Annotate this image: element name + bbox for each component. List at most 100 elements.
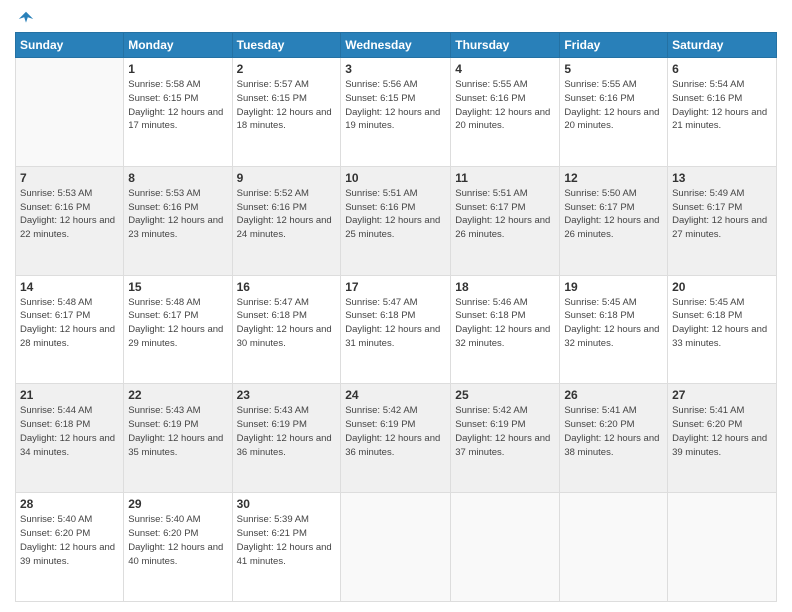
logo-bird-icon <box>17 10 35 28</box>
table-row: 24 Sunrise: 5:42 AMSunset: 6:19 PMDaylig… <box>341 384 451 493</box>
col-sunday: Sunday <box>16 33 124 58</box>
day-info: Sunrise: 5:41 AMSunset: 6:20 PMDaylight:… <box>672 405 767 457</box>
day-number: 6 <box>672 62 772 76</box>
table-row: 4 Sunrise: 5:55 AMSunset: 6:16 PMDayligh… <box>451 58 560 167</box>
day-number: 13 <box>672 171 772 185</box>
day-info: Sunrise: 5:53 AMSunset: 6:16 PMDaylight:… <box>128 188 223 240</box>
calendar-table: Sunday Monday Tuesday Wednesday Thursday… <box>15 32 777 602</box>
table-row: 29 Sunrise: 5:40 AMSunset: 6:20 PMDaylig… <box>124 493 232 602</box>
day-info: Sunrise: 5:48 AMSunset: 6:17 PMDaylight:… <box>20 297 115 349</box>
day-number: 3 <box>345 62 446 76</box>
day-info: Sunrise: 5:56 AMSunset: 6:15 PMDaylight:… <box>345 79 440 131</box>
day-number: 26 <box>564 388 663 402</box>
calendar-week-row: 14 Sunrise: 5:48 AMSunset: 6:17 PMDaylig… <box>16 275 777 384</box>
day-info: Sunrise: 5:55 AMSunset: 6:16 PMDaylight:… <box>564 79 659 131</box>
calendar-week-row: 1 Sunrise: 5:58 AMSunset: 6:15 PMDayligh… <box>16 58 777 167</box>
col-wednesday: Wednesday <box>341 33 451 58</box>
table-row: 19 Sunrise: 5:45 AMSunset: 6:18 PMDaylig… <box>560 275 668 384</box>
day-info: Sunrise: 5:40 AMSunset: 6:20 PMDaylight:… <box>20 514 115 566</box>
day-number: 14 <box>20 280 119 294</box>
table-row: 26 Sunrise: 5:41 AMSunset: 6:20 PMDaylig… <box>560 384 668 493</box>
table-row: 9 Sunrise: 5:52 AMSunset: 6:16 PMDayligh… <box>232 166 341 275</box>
table-row: 30 Sunrise: 5:39 AMSunset: 6:21 PMDaylig… <box>232 493 341 602</box>
col-tuesday: Tuesday <box>232 33 341 58</box>
table-row: 17 Sunrise: 5:47 AMSunset: 6:18 PMDaylig… <box>341 275 451 384</box>
table-row: 10 Sunrise: 5:51 AMSunset: 6:16 PMDaylig… <box>341 166 451 275</box>
day-info: Sunrise: 5:39 AMSunset: 6:21 PMDaylight:… <box>237 514 332 566</box>
day-number: 22 <box>128 388 227 402</box>
day-info: Sunrise: 5:57 AMSunset: 6:15 PMDaylight:… <box>237 79 332 131</box>
table-row: 25 Sunrise: 5:42 AMSunset: 6:19 PMDaylig… <box>451 384 560 493</box>
day-number: 27 <box>672 388 772 402</box>
day-info: Sunrise: 5:42 AMSunset: 6:19 PMDaylight:… <box>345 405 440 457</box>
col-monday: Monday <box>124 33 232 58</box>
table-row <box>451 493 560 602</box>
day-number: 2 <box>237 62 337 76</box>
day-number: 20 <box>672 280 772 294</box>
col-thursday: Thursday <box>451 33 560 58</box>
calendar-week-row: 28 Sunrise: 5:40 AMSunset: 6:20 PMDaylig… <box>16 493 777 602</box>
day-number: 25 <box>455 388 555 402</box>
page: Sunday Monday Tuesday Wednesday Thursday… <box>0 0 792 612</box>
day-number: 16 <box>237 280 337 294</box>
calendar-header-row: Sunday Monday Tuesday Wednesday Thursday… <box>16 33 777 58</box>
day-info: Sunrise: 5:54 AMSunset: 6:16 PMDaylight:… <box>672 79 767 131</box>
day-info: Sunrise: 5:49 AMSunset: 6:17 PMDaylight:… <box>672 188 767 240</box>
table-row: 18 Sunrise: 5:46 AMSunset: 6:18 PMDaylig… <box>451 275 560 384</box>
table-row: 21 Sunrise: 5:44 AMSunset: 6:18 PMDaylig… <box>16 384 124 493</box>
day-info: Sunrise: 5:51 AMSunset: 6:16 PMDaylight:… <box>345 188 440 240</box>
day-number: 30 <box>237 497 337 511</box>
day-info: Sunrise: 5:45 AMSunset: 6:18 PMDaylight:… <box>672 297 767 349</box>
table-row: 11 Sunrise: 5:51 AMSunset: 6:17 PMDaylig… <box>451 166 560 275</box>
col-friday: Friday <box>560 33 668 58</box>
table-row: 3 Sunrise: 5:56 AMSunset: 6:15 PMDayligh… <box>341 58 451 167</box>
day-number: 23 <box>237 388 337 402</box>
day-info: Sunrise: 5:43 AMSunset: 6:19 PMDaylight:… <box>128 405 223 457</box>
logo <box>15 10 35 24</box>
day-number: 18 <box>455 280 555 294</box>
table-row <box>341 493 451 602</box>
day-number: 9 <box>237 171 337 185</box>
table-row: 16 Sunrise: 5:47 AMSunset: 6:18 PMDaylig… <box>232 275 341 384</box>
day-info: Sunrise: 5:51 AMSunset: 6:17 PMDaylight:… <box>455 188 550 240</box>
table-row: 23 Sunrise: 5:43 AMSunset: 6:19 PMDaylig… <box>232 384 341 493</box>
day-number: 4 <box>455 62 555 76</box>
calendar-week-row: 7 Sunrise: 5:53 AMSunset: 6:16 PMDayligh… <box>16 166 777 275</box>
day-info: Sunrise: 5:47 AMSunset: 6:18 PMDaylight:… <box>345 297 440 349</box>
day-number: 11 <box>455 171 555 185</box>
day-number: 8 <box>128 171 227 185</box>
day-number: 7 <box>20 171 119 185</box>
table-row: 27 Sunrise: 5:41 AMSunset: 6:20 PMDaylig… <box>668 384 777 493</box>
table-row: 22 Sunrise: 5:43 AMSunset: 6:19 PMDaylig… <box>124 384 232 493</box>
table-row: 13 Sunrise: 5:49 AMSunset: 6:17 PMDaylig… <box>668 166 777 275</box>
col-saturday: Saturday <box>668 33 777 58</box>
day-number: 12 <box>564 171 663 185</box>
day-number: 19 <box>564 280 663 294</box>
day-number: 15 <box>128 280 227 294</box>
table-row: 6 Sunrise: 5:54 AMSunset: 6:16 PMDayligh… <box>668 58 777 167</box>
table-row: 2 Sunrise: 5:57 AMSunset: 6:15 PMDayligh… <box>232 58 341 167</box>
day-number: 28 <box>20 497 119 511</box>
table-row: 8 Sunrise: 5:53 AMSunset: 6:16 PMDayligh… <box>124 166 232 275</box>
table-row <box>16 58 124 167</box>
table-row: 5 Sunrise: 5:55 AMSunset: 6:16 PMDayligh… <box>560 58 668 167</box>
day-info: Sunrise: 5:50 AMSunset: 6:17 PMDaylight:… <box>564 188 659 240</box>
table-row: 20 Sunrise: 5:45 AMSunset: 6:18 PMDaylig… <box>668 275 777 384</box>
header <box>15 10 777 24</box>
day-number: 5 <box>564 62 663 76</box>
day-info: Sunrise: 5:58 AMSunset: 6:15 PMDaylight:… <box>128 79 223 131</box>
day-number: 10 <box>345 171 446 185</box>
table-row: 7 Sunrise: 5:53 AMSunset: 6:16 PMDayligh… <box>16 166 124 275</box>
day-info: Sunrise: 5:46 AMSunset: 6:18 PMDaylight:… <box>455 297 550 349</box>
day-number: 1 <box>128 62 227 76</box>
table-row <box>560 493 668 602</box>
table-row <box>668 493 777 602</box>
table-row: 1 Sunrise: 5:58 AMSunset: 6:15 PMDayligh… <box>124 58 232 167</box>
table-row: 15 Sunrise: 5:48 AMSunset: 6:17 PMDaylig… <box>124 275 232 384</box>
day-info: Sunrise: 5:47 AMSunset: 6:18 PMDaylight:… <box>237 297 332 349</box>
day-info: Sunrise: 5:40 AMSunset: 6:20 PMDaylight:… <box>128 514 223 566</box>
table-row: 28 Sunrise: 5:40 AMSunset: 6:20 PMDaylig… <box>16 493 124 602</box>
day-number: 17 <box>345 280 446 294</box>
day-number: 29 <box>128 497 227 511</box>
day-info: Sunrise: 5:43 AMSunset: 6:19 PMDaylight:… <box>237 405 332 457</box>
